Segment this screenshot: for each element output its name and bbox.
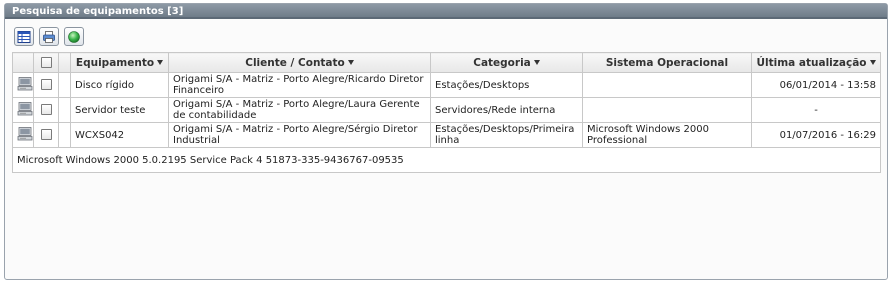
cell-cliente: Origami S/A - Matriz - Porto Alegre/Rica… xyxy=(168,72,431,98)
header-atualizacao[interactable]: Última atualização xyxy=(751,52,881,73)
table-row[interactable]: Disco rígido Origami S/A - Matriz - Port… xyxy=(12,72,881,98)
header-sistema[interactable]: Sistema Operacional xyxy=(582,52,752,73)
search-panel: Pesquisa de equipamentos [3] Equipamento… xyxy=(4,3,888,280)
cell-atualizacao: 06/01/2014 - 13:58 xyxy=(751,72,881,98)
cell-categoria: Estações/Desktops xyxy=(430,72,583,98)
sort-caret-icon xyxy=(533,60,540,65)
row-icon-cell xyxy=(12,122,34,148)
row-checkbox[interactable] xyxy=(40,79,52,91)
cell-cliente: Origami S/A - Matriz - Porto Alegre/Laur… xyxy=(168,97,431,123)
header-spacer xyxy=(58,52,71,73)
cell-cliente: Origami S/A - Matriz - Porto Alegre/Sérg… xyxy=(168,122,431,148)
cell-atualizacao: 01/07/2016 - 16:29 xyxy=(751,122,881,148)
toolbar xyxy=(14,27,84,47)
results-table: Equipamento Cliente / Contato Categoria … xyxy=(12,52,881,173)
row-spacer xyxy=(58,72,71,98)
header-equipamento[interactable]: Equipamento xyxy=(70,52,169,73)
cell-equipamento[interactable]: Disco rígido xyxy=(70,72,169,98)
refresh-button[interactable] xyxy=(64,27,84,46)
table-row[interactable]: Servidor teste Origami S/A - Matriz - Po… xyxy=(12,97,881,123)
row-checkbox-cell xyxy=(33,72,59,98)
row-checkbox-cell xyxy=(33,122,59,148)
table-view-icon xyxy=(17,30,31,44)
row-checkbox-cell xyxy=(33,97,59,123)
printer-icon xyxy=(42,30,56,44)
cell-atualizacao: - xyxy=(751,97,881,123)
detail-row: Microsoft Windows 2000 5.0.2195 Service … xyxy=(12,147,881,173)
row-checkbox[interactable] xyxy=(40,104,52,116)
sort-caret-icon xyxy=(347,60,354,65)
results-grid: Equipamento Cliente / Contato Categoria … xyxy=(12,52,881,173)
refresh-globe-icon xyxy=(67,30,81,44)
computer-icon xyxy=(17,101,33,120)
row-icon-cell xyxy=(12,97,34,123)
print-button[interactable] xyxy=(39,27,59,46)
panel-title: Pesquisa de equipamentos [3] xyxy=(5,4,887,19)
cell-sistema: Microsoft Windows 2000 Professional xyxy=(582,122,752,148)
sort-caret-icon xyxy=(157,60,164,65)
cell-categoria: Estações/Desktops/Primeira linha xyxy=(430,122,583,148)
row-checkbox[interactable] xyxy=(40,129,52,141)
computer-icon xyxy=(17,126,33,145)
header-select-all xyxy=(33,52,59,73)
table-view-button[interactable] xyxy=(14,27,34,46)
row-icon-cell xyxy=(12,72,34,98)
header-row: Equipamento Cliente / Contato Categoria … xyxy=(12,52,881,73)
cell-equipamento[interactable]: Servidor teste xyxy=(70,97,169,123)
cell-equipamento[interactable]: WCXS042 xyxy=(70,122,169,148)
cell-sistema xyxy=(582,72,752,98)
header-cliente[interactable]: Cliente / Contato xyxy=(168,52,431,73)
row-spacer xyxy=(58,97,71,123)
select-all-checkbox[interactable] xyxy=(40,57,52,68)
cell-sistema xyxy=(582,97,752,123)
detail-text: Microsoft Windows 2000 5.0.2195 Service … xyxy=(12,147,881,173)
header-categoria[interactable]: Categoria xyxy=(430,52,583,73)
table-row[interactable]: WCXS042 Origami S/A - Matriz - Porto Ale… xyxy=(12,122,881,148)
sort-caret-icon xyxy=(869,60,876,65)
cell-categoria: Servidores/Rede interna xyxy=(430,97,583,123)
header-icon-column xyxy=(12,52,34,73)
row-spacer xyxy=(58,122,71,148)
computer-icon xyxy=(17,76,33,95)
